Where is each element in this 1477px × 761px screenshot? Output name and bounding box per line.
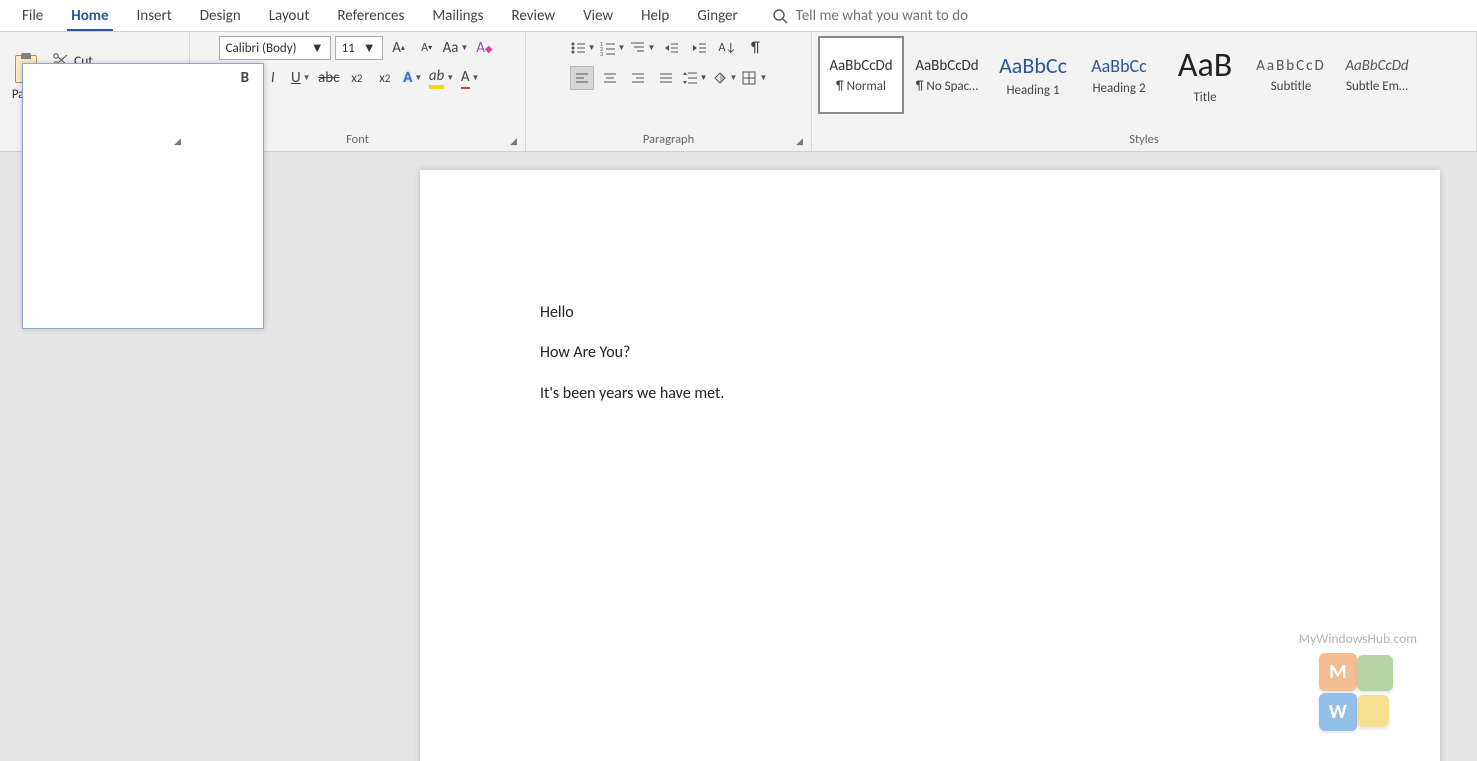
svg-text:3: 3 [600, 50, 603, 56]
dialog-launcher-clipboard[interactable]: ◢ [174, 136, 186, 148]
numbering-button[interactable]: 123▼ [600, 36, 626, 60]
style-name: Heading 1 [1006, 83, 1059, 98]
watermark: MyWindowsHub.com M W [1299, 630, 1417, 731]
tab-layout[interactable]: Layout [255, 3, 324, 29]
style-tile-subtitle[interactable]: AaBbCcD Subtitle [1248, 36, 1334, 114]
clear-formatting-button[interactable]: A◆ [472, 36, 496, 60]
style-preview: AaBbCcDd [915, 57, 978, 75]
group-styles: AaBbCcDd¶ NormalAaBbCcDd¶ No Spac…AaBbCc… [812, 32, 1477, 151]
watermark-logo: M W [1319, 653, 1397, 731]
change-case-button[interactable]: Aa▼ [443, 36, 469, 60]
shrink-font-button[interactable]: A▾ [415, 36, 439, 60]
watermark-text: MyWindowsHub.com [1299, 630, 1417, 647]
tab-design[interactable]: Design [186, 3, 255, 29]
style-name: ¶ No Spac… [916, 79, 978, 94]
align-right-button[interactable] [626, 66, 650, 90]
page[interactable]: Hello How Are You? It's been years we ha… [420, 170, 1440, 761]
increase-indent-button[interactable] [687, 36, 711, 60]
group-font: Calibri (Body) ▼ 11 ▼ A▴ A▾ Aa▼ A◆ B I U… [190, 32, 526, 151]
tab-mailings[interactable]: Mailings [418, 3, 497, 29]
superscript-button[interactable]: x2 [373, 66, 397, 90]
sort-button[interactable]: A↓ [715, 36, 739, 60]
style-tile--normal[interactable]: AaBbCcDd ¶ Normal [818, 36, 904, 114]
style-preview: AaB [1178, 45, 1232, 86]
style-tile-heading-1[interactable]: AaBbCc Heading 1 [990, 36, 1076, 114]
group-label-font: Font [196, 130, 519, 149]
style-preview: AaBbCc [1091, 55, 1147, 77]
search-icon [772, 8, 788, 24]
style-tile--no-spac-[interactable]: AaBbCcDd ¶ No Spac… [904, 36, 990, 114]
tab-review[interactable]: Review [497, 3, 569, 29]
chevron-down-icon: ▼ [311, 40, 324, 56]
font-size-select[interactable]: 11 ▼ [335, 36, 383, 60]
style-preview: AaBbCcDd [829, 57, 892, 75]
group-label-paragraph: Paragraph [532, 130, 805, 149]
italic-button[interactable]: I [261, 66, 285, 90]
paste-icon [12, 53, 40, 87]
font-color-button[interactable]: A▼ [458, 66, 482, 90]
tab-help[interactable]: Help [627, 3, 683, 29]
font-name-select[interactable]: Calibri (Body) ▼ [219, 36, 331, 60]
paste-button[interactable]: Paste ▼ [6, 53, 46, 113]
style-preview: AaBbCcD [1256, 57, 1325, 75]
tab-view[interactable]: View [569, 3, 627, 29]
line-spacing-button[interactable]: ▼ [682, 66, 708, 90]
borders-button[interactable]: ▼ [741, 66, 767, 90]
doc-line[interactable]: How Are You? [540, 342, 1320, 364]
bold-button[interactable]: B [233, 66, 257, 90]
style-tile-title[interactable]: AaB Title [1162, 36, 1248, 114]
tab-insert[interactable]: Insert [123, 3, 186, 29]
tell-me[interactable] [772, 7, 1469, 25]
align-left-button[interactable] [570, 66, 594, 90]
group-paragraph: ▼ 123▼ ▼ A↓ ¶ ▼ ▼ ▼ Paragraph ◢ [526, 32, 812, 151]
tab-references[interactable]: References [323, 3, 418, 29]
tell-me-input[interactable] [796, 7, 1056, 25]
dialog-launcher-paragraph[interactable]: ◢ [796, 136, 808, 148]
style-name: Heading 2 [1092, 81, 1145, 96]
show-marks-button[interactable]: ¶ [743, 36, 767, 60]
style-name: ¶ Normal [836, 79, 886, 94]
chevron-down-icon: ▼ [363, 40, 376, 56]
font-name-value: Calibri (Body) [226, 41, 297, 56]
style-tile-subtle-em-[interactable]: AaBbCcDd Subtle Em… [1334, 36, 1420, 114]
style-preview: AaBbCc [999, 52, 1067, 79]
group-clipboard: Paste ▼ Cut Copy Format Painter Clipboar… [0, 32, 190, 151]
bullets-button[interactable]: ▼ [570, 36, 596, 60]
align-center-button[interactable] [598, 66, 622, 90]
text-effects-button[interactable]: A▼ [401, 66, 425, 90]
style-name: Subtitle [1271, 79, 1312, 94]
multilevel-list-button[interactable]: ▼ [629, 36, 655, 60]
grow-font-button[interactable]: A▴ [387, 36, 411, 60]
group-label-styles: Styles [818, 130, 1470, 149]
decrease-indent-button[interactable] [659, 36, 683, 60]
font-size-value: 11 [342, 41, 355, 56]
doc-line[interactable]: Hello [540, 302, 1320, 324]
tabs-bar: File Home Insert Design Layout Reference… [0, 0, 1477, 32]
tab-home[interactable]: Home [57, 3, 122, 29]
underline-button[interactable]: U▼ [289, 66, 313, 90]
document-area[interactable]: Hello How Are You? It's been years we ha… [0, 152, 1477, 761]
justify-button[interactable] [654, 66, 678, 90]
strikethrough-button[interactable]: abc [317, 66, 341, 90]
style-name: Title [1193, 90, 1216, 105]
style-preview: AaBbCcDd [1345, 57, 1408, 75]
ribbon: Paste ▼ Cut Copy Format Painter Clipboar… [0, 32, 1477, 152]
subscript-button[interactable]: x2 [345, 66, 369, 90]
style-tile-heading-2[interactable]: AaBbCc Heading 2 [1076, 36, 1162, 114]
highlight-button[interactable]: ab▼ [429, 66, 454, 90]
style-name: Subtle Em… [1346, 79, 1408, 94]
dialog-launcher-font[interactable]: ◢ [510, 136, 522, 148]
tab-file[interactable]: File [8, 3, 57, 29]
tab-ginger[interactable]: Ginger [683, 3, 751, 29]
shading-button[interactable]: ▼ [712, 66, 738, 90]
doc-line[interactable]: It's been years we have met. [540, 383, 1320, 405]
